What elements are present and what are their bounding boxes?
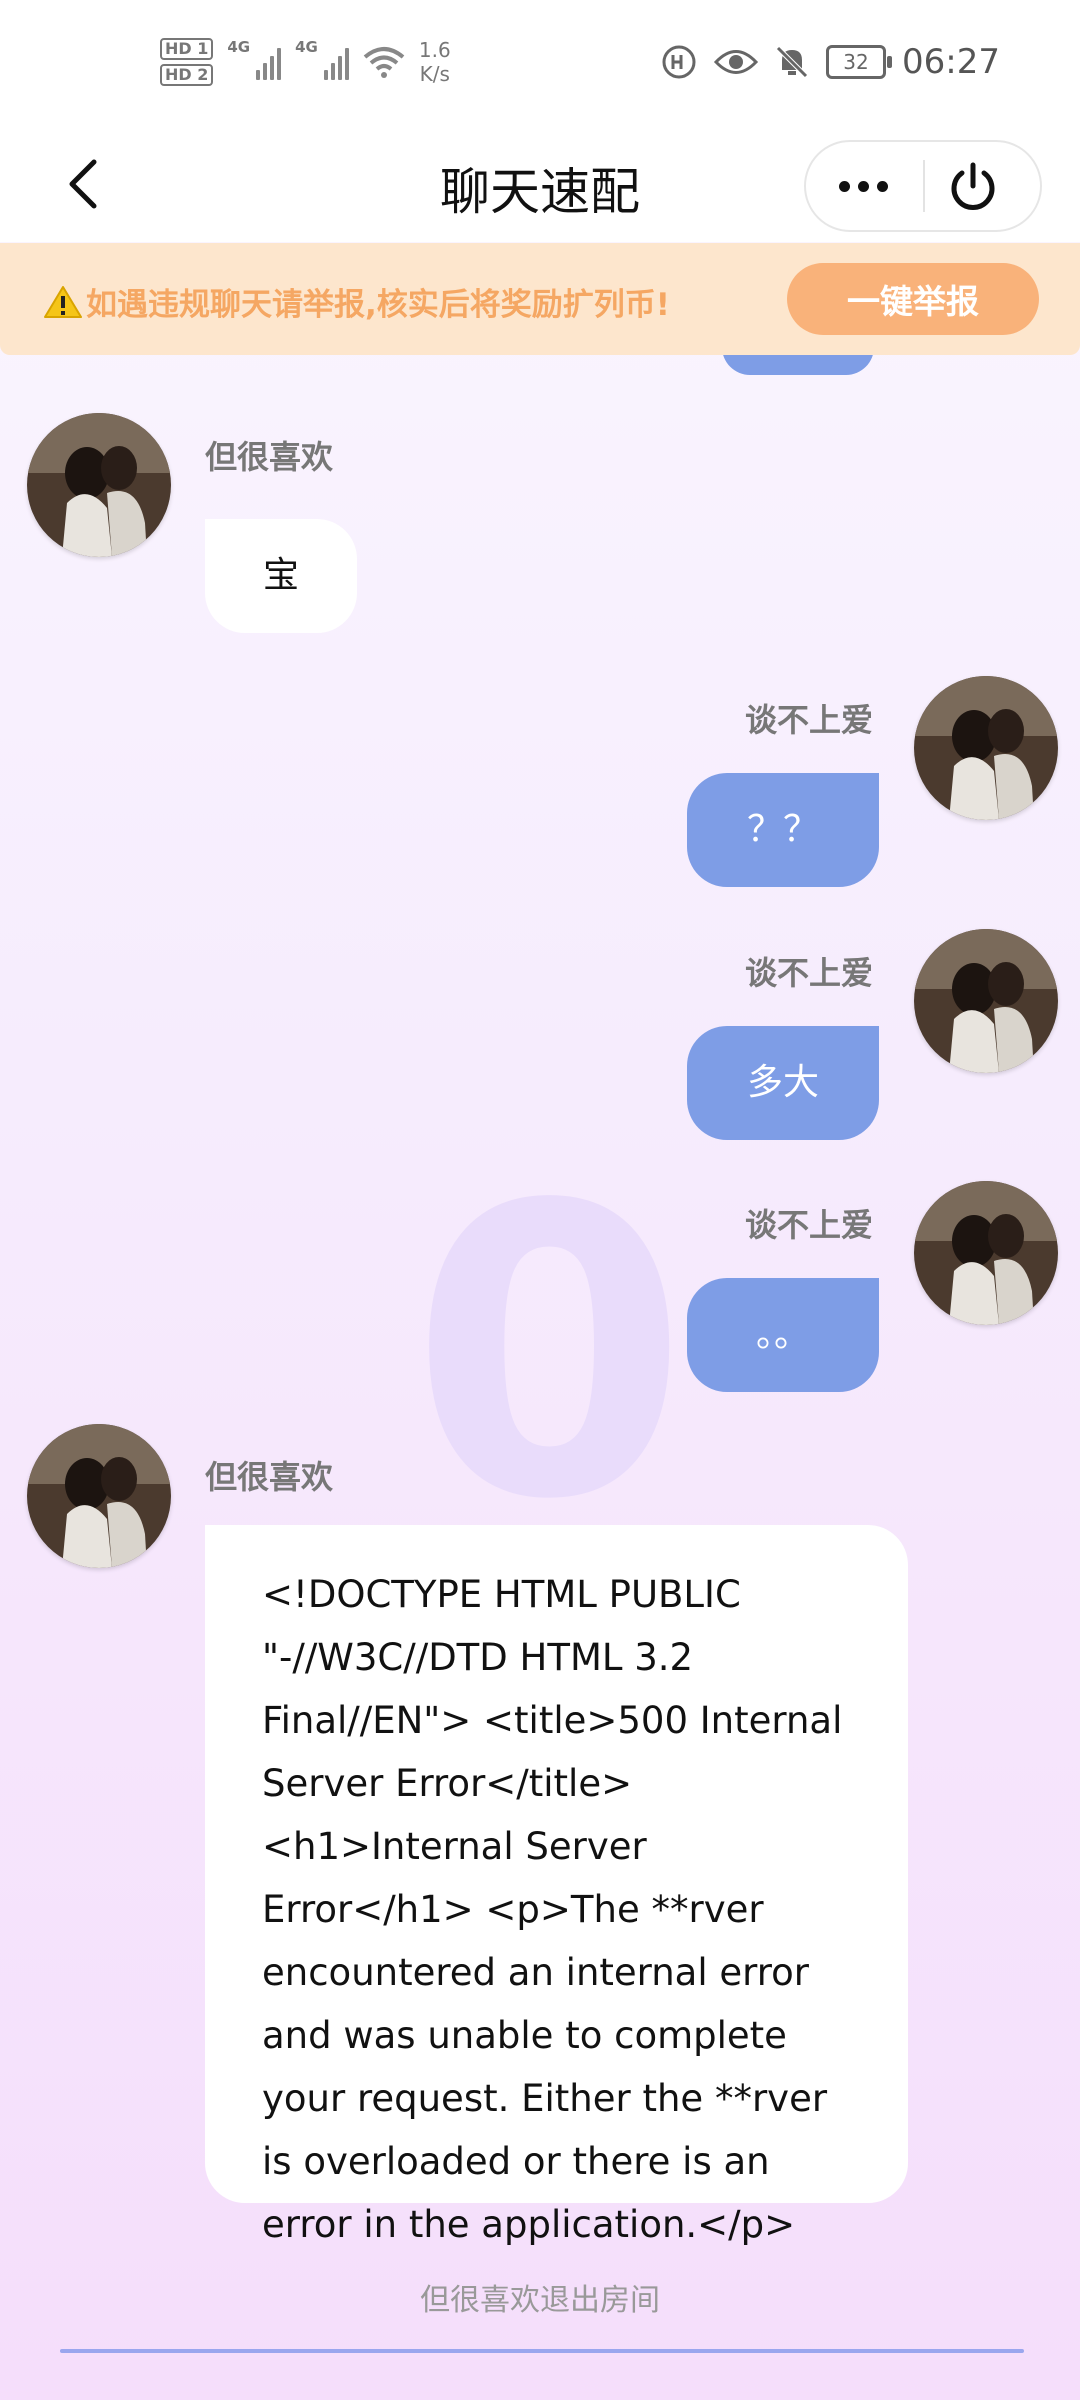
mute-bell-icon <box>776 46 808 78</box>
more-dot <box>877 180 888 192</box>
message-bubble[interactable]: 宝 <box>205 519 357 633</box>
report-button[interactable]: 一键举报 <box>787 263 1039 335</box>
avatar-photo <box>914 929 1058 1073</box>
avatar-photo <box>27 1424 171 1568</box>
sender-name: 谈不上爱 <box>745 701 874 739</box>
battery-icon: 32 <box>826 45 893 79</box>
app-header: 聊天速配 <box>0 130 1080 242</box>
message-bubble[interactable]: <!DOCTYPE HTML PUBLIC "-//W3C//DTD HTML … <box>205 1525 908 2246</box>
status-right: 32 06:27 <box>660 42 1000 82</box>
mini-program-capsule <box>804 140 1042 232</box>
wifi-icon <box>363 47 405 78</box>
avatar[interactable] <box>27 413 171 557</box>
sim-indicators: HD 1 HD 2 <box>160 38 214 86</box>
capsule-divider <box>923 160 925 212</box>
message-bubble[interactable]: 。。 <box>687 1278 879 1392</box>
watermark: 0 <box>410 1122 689 1587</box>
more-dot <box>858 180 869 192</box>
avatar[interactable] <box>914 676 1058 820</box>
sim2-label: HD 2 <box>160 64 214 86</box>
signal-icon <box>323 44 349 80</box>
eye-icon <box>714 50 759 74</box>
network-speed: 1.6 K/s <box>419 38 451 86</box>
speed-value: 1.6 <box>418 38 451 62</box>
clock: 06:27 <box>902 42 1000 82</box>
message-bubble[interactable]: 多大 <box>687 1026 879 1140</box>
signal-icon <box>256 44 282 80</box>
avatar[interactable] <box>914 929 1058 1073</box>
notice-text-wrap: 如遇违规聊天请举报,核实后将奖励扩列币! <box>44 279 670 324</box>
notice-text: 如遇违规聊天请举报,核实后将奖励扩列币! <box>86 287 670 323</box>
avatar-photo <box>914 1181 1058 1325</box>
speed-unit: K/s <box>419 62 450 86</box>
sender-name: 但很喜欢 <box>205 438 334 476</box>
warning-icon <box>44 285 82 318</box>
partial-message-bubble <box>722 355 874 375</box>
power-icon[interactable] <box>946 160 1000 214</box>
avatar[interactable] <box>27 1424 171 1568</box>
avatar-photo <box>27 413 171 557</box>
chat-area[interactable]: 0 但很喜欢 宝 谈不上爱 ？？ 谈不上爱 多大 谈不上爱 。。 但很喜欢 <!… <box>0 355 1080 2400</box>
network-type-1: 4G <box>227 38 251 56</box>
report-notice-banner: 如遇违规聊天请举报,核实后将奖励扩列币! 一键举报 <box>0 243 1080 355</box>
more-dots-icon <box>839 180 850 192</box>
avatar-photo <box>914 676 1058 820</box>
sender-name: 谈不上爱 <box>745 1206 874 1244</box>
status-left: HD 1 HD 2 4G 4G 1.6 K/s <box>160 38 451 86</box>
sender-name: 谈不上爱 <box>745 954 874 992</box>
hd-call-icon <box>662 45 696 79</box>
message-bubble[interactable]: ？？ <box>687 773 879 887</box>
system-message: 但很喜欢退出房间 <box>420 2283 660 2318</box>
sim1-label: HD 1 <box>160 38 214 60</box>
sender-name: 但很喜欢 <box>205 1458 334 1496</box>
input-bar-edge <box>60 2349 1024 2353</box>
status-bar: HD 1 HD 2 4G 4G 1.6 K/s 32 06:27 <box>0 0 1080 130</box>
more-button[interactable] <box>806 142 921 230</box>
avatar[interactable] <box>914 1181 1058 1325</box>
network-type-2: 4G <box>295 38 318 56</box>
